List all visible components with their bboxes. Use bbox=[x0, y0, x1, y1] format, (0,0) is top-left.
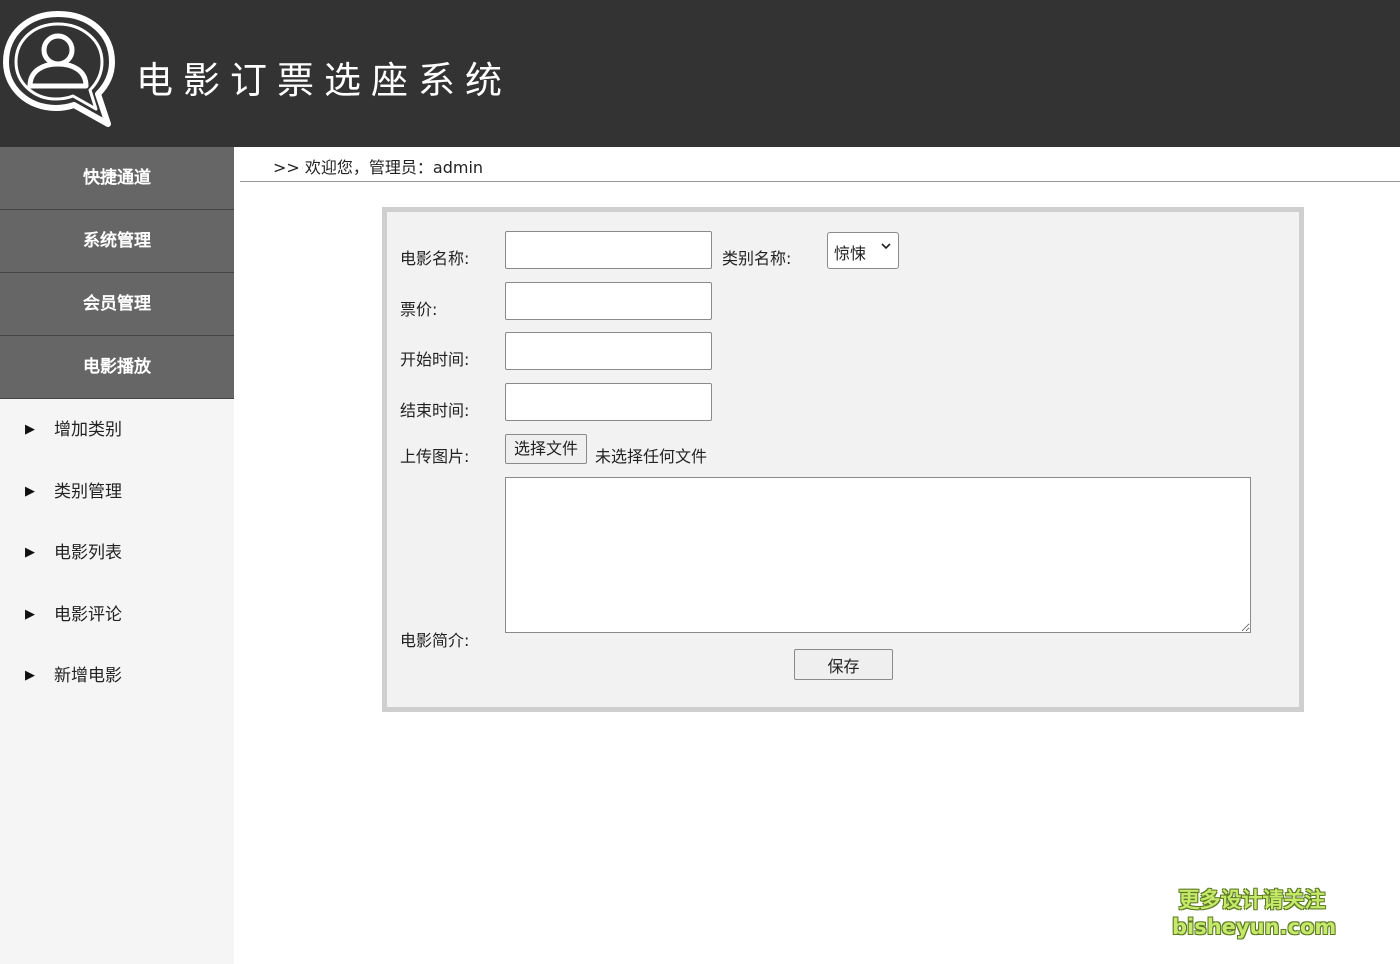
end-time-input[interactable] bbox=[505, 383, 712, 421]
upload-label: 上传图片: bbox=[400, 447, 470, 466]
price-input[interactable] bbox=[505, 282, 712, 320]
category-selected-value: 惊悚 bbox=[834, 244, 867, 263]
site-title: 电影订票选座系统 bbox=[136, 59, 512, 102]
sidebar-item-movie-list[interactable]: ▶ 电影列表 bbox=[0, 522, 234, 584]
intro-label: 电影简介: bbox=[400, 631, 470, 650]
movie-name-label: 电影名称: bbox=[400, 249, 470, 268]
sidebar-item-label: 类别管理 bbox=[54, 481, 122, 502]
triangle-right-icon: ▶ bbox=[25, 606, 35, 622]
sidebar-item-add-category[interactable]: ▶ 增加类别 bbox=[0, 399, 234, 461]
menu-quick-access[interactable]: 快捷通道 bbox=[0, 147, 234, 210]
category-label: 类别名称: bbox=[722, 249, 792, 268]
file-status-text: 未选择任何文件 bbox=[595, 447, 708, 466]
sidebar-item-label: 电影列表 bbox=[54, 543, 122, 563]
sidebar-item-movie-comments[interactable]: ▶ 电影评论 bbox=[0, 584, 234, 646]
movie-form-panel: 电影名称: 类别名称: 惊悚 票价: 开始时间: 结束时间: 上传图片: 选择文… bbox=[382, 207, 1304, 712]
triangle-right-icon: ▶ bbox=[25, 483, 35, 499]
triangle-right-icon: ▶ bbox=[25, 422, 35, 437]
menu-movie-playing[interactable]: 电影播放 bbox=[0, 336, 234, 399]
start-time-label: 开始时间: bbox=[400, 350, 470, 369]
sidebar-item-label: 增加类别 bbox=[54, 420, 122, 440]
breadcrumb: >> 欢迎您，管理员：admin bbox=[240, 147, 1400, 182]
start-time-input[interactable] bbox=[505, 332, 712, 370]
sidebar-item-add-movie[interactable]: ▶ 新增电影 bbox=[0, 645, 234, 707]
price-label: 票价: bbox=[400, 300, 438, 319]
chevron-down-icon bbox=[881, 243, 891, 250]
sidebar-item-category-management[interactable]: ▶ 类别管理 bbox=[0, 461, 234, 523]
intro-textarea[interactable] bbox=[505, 477, 1251, 633]
submenu-list: ▶ 增加类别 ▶ 类别管理 ▶ 电影列表 ▶ 电影评论 ▶ 新增电影 bbox=[0, 399, 234, 707]
choose-file-button[interactable]: 选择文件 bbox=[505, 434, 588, 464]
sidebar: 快捷通道 系统管理 会员管理 电影播放 ▶ 增加类别 ▶ 类别管理 ▶ 电影列表… bbox=[0, 147, 234, 964]
triangle-right-icon: ▶ bbox=[25, 545, 35, 560]
menu-system-management[interactable]: 系统管理 bbox=[0, 210, 234, 273]
movie-name-input[interactable] bbox=[505, 231, 712, 269]
watermark: 更多设计请关注 bisheyun.com bbox=[1172, 886, 1337, 940]
watermark-line2: bisheyun.com bbox=[1172, 915, 1337, 939]
welcome-text: >> 欢迎您，管理员：admin bbox=[273, 158, 484, 177]
end-time-label: 结束时间: bbox=[400, 401, 470, 420]
save-button[interactable]: 保存 bbox=[794, 649, 893, 680]
triangle-right-icon: ▶ bbox=[25, 668, 35, 683]
sidebar-item-label: 电影评论 bbox=[54, 604, 122, 625]
category-select[interactable]: 惊悚 bbox=[827, 232, 899, 269]
header: 电影订票选座系统 bbox=[0, 0, 1400, 147]
watermark-line1: 更多设计请关注 bbox=[1178, 888, 1326, 912]
sidebar-item-label: 新增电影 bbox=[54, 666, 122, 686]
menu-member-management[interactable]: 会员管理 bbox=[0, 273, 234, 336]
user-chat-icon bbox=[3, 11, 115, 127]
